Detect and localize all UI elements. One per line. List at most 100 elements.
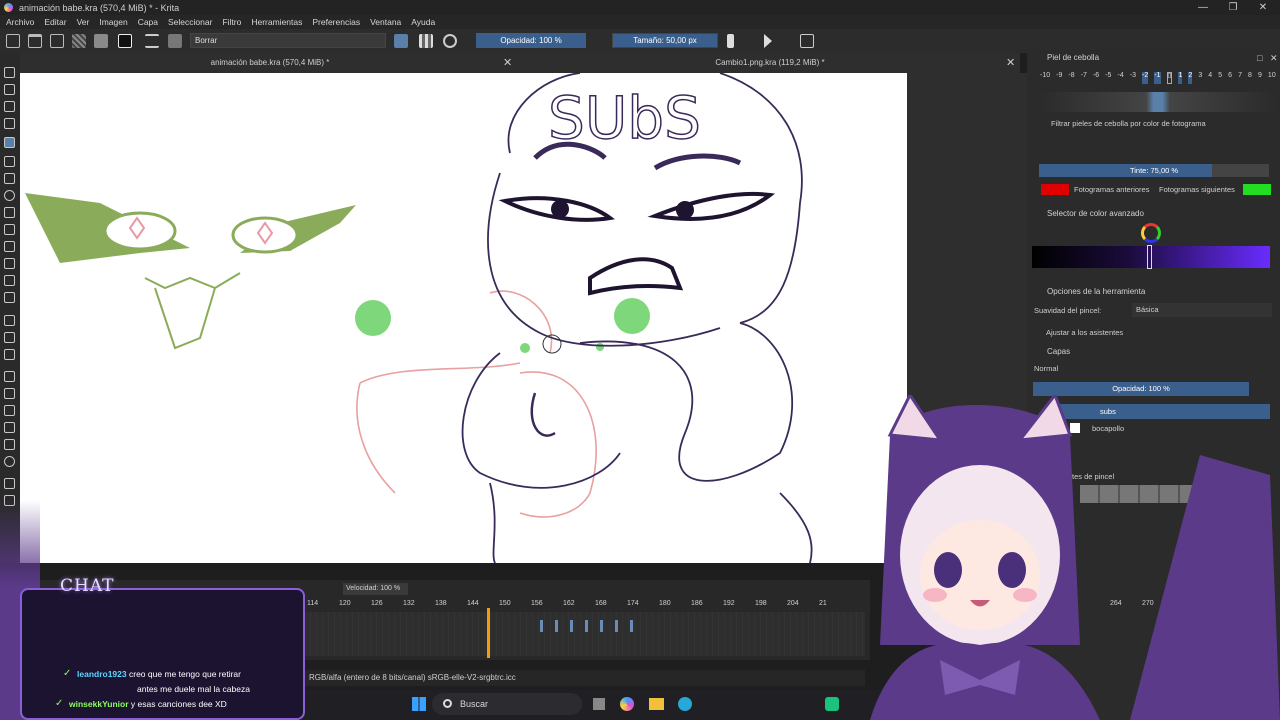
preserve-alpha-icon[interactable]	[419, 34, 433, 48]
menu-preferencias[interactable]: Preferencias	[312, 17, 360, 27]
tab-animacion-babe[interactable]: animación babe.kra (570,4 MiB) *	[20, 53, 520, 73]
brush-preset-field[interactable]: Borrar	[190, 33, 386, 48]
file-explorer-icon[interactable]	[649, 698, 664, 710]
gradient-tool-icon[interactable]	[4, 371, 15, 382]
mirror-vertical-icon[interactable]	[764, 34, 772, 48]
layer-opacity-slider[interactable]: Opacidad: 100 %	[1033, 382, 1249, 396]
menu-imagen[interactable]: Imagen	[99, 17, 127, 27]
next-frames-color[interactable]	[1243, 184, 1271, 195]
smoothing-select[interactable]: Básica	[1132, 303, 1272, 317]
windows-start-icon[interactable]	[412, 697, 426, 711]
menu-ventana[interactable]: Ventana	[370, 17, 401, 27]
menu-capa[interactable]: Capa	[138, 17, 158, 27]
float-docker-icon[interactable]: □	[1257, 53, 1262, 63]
onion-frame[interactable]: -5	[1105, 72, 1111, 84]
onion-frame[interactable]: 2	[1188, 72, 1193, 84]
menu-filtro[interactable]: Filtro	[222, 17, 241, 27]
edit-shapes-icon[interactable]	[4, 101, 15, 112]
menu-archivo[interactable]: Archivo	[6, 17, 34, 27]
smart-patch-icon[interactable]	[4, 422, 15, 433]
drawing-canvas[interactable]: SUbS	[20, 73, 907, 563]
previous-frames-color[interactable]	[1041, 184, 1069, 195]
onion-frame[interactable]: 1	[1178, 72, 1183, 84]
close-window-icon[interactable]: ✕	[1248, 0, 1278, 15]
taskbar-search[interactable]: Buscar	[432, 693, 582, 715]
rectangle-tool-icon[interactable]	[4, 173, 15, 184]
onion-frame[interactable]: -3	[1130, 72, 1136, 84]
select-tool-icon[interactable]	[4, 67, 15, 78]
onion-frame[interactable]: -4	[1117, 72, 1123, 84]
onion-frame[interactable]: -9	[1056, 72, 1062, 84]
onion-frame[interactable]: 5	[1218, 72, 1222, 84]
minimize-icon[interactable]: —	[1188, 0, 1218, 15]
onion-frame[interactable]: -8	[1068, 72, 1074, 84]
close-docker-icon[interactable]: ✕	[1270, 53, 1278, 64]
text-tool-icon[interactable]	[4, 84, 15, 95]
color-picker-icon[interactable]	[4, 388, 15, 399]
assistant-tool-icon[interactable]	[4, 456, 15, 467]
bezier-tool-icon[interactable]	[4, 241, 15, 252]
menu-editar[interactable]: Editar	[44, 17, 66, 27]
measure-tool-icon[interactable]	[4, 478, 15, 489]
onion-frame[interactable]: 8	[1248, 72, 1252, 84]
eraser-mode-icon[interactable]	[394, 34, 408, 48]
menu-ver[interactable]: Ver	[77, 17, 90, 27]
multibrush-icon[interactable]	[4, 292, 15, 303]
brush-preset-icon[interactable]	[168, 34, 182, 48]
onion-frame[interactable]: 4	[1208, 72, 1212, 84]
freehand-path-icon[interactable]	[4, 258, 15, 269]
onion-opacity-bars[interactable]	[1040, 92, 1276, 112]
opacity-slider[interactable]: Opacidad: 100 %	[476, 33, 586, 48]
playhead[interactable]	[487, 608, 490, 658]
close-tab-icon[interactable]: ✕	[503, 53, 515, 73]
polyline-tool-icon[interactable]	[4, 224, 15, 235]
crop-tool-icon[interactable]	[4, 349, 15, 360]
move-tool-icon[interactable]	[4, 332, 15, 343]
size-slider[interactable]: Tamaño: 50,00 px	[612, 33, 718, 48]
transform-tool-icon[interactable]	[4, 315, 15, 326]
new-document-icon[interactable]	[6, 34, 20, 48]
copilot-icon[interactable]	[620, 697, 634, 711]
reload-preset-icon[interactable]	[443, 34, 457, 48]
onion-frame[interactable]: 10	[1268, 72, 1276, 84]
calligraphy-icon[interactable]	[4, 118, 15, 129]
fill-tool-icon[interactable]	[4, 439, 15, 450]
onion-frame[interactable]: 9	[1258, 72, 1262, 84]
freehand-brush-icon[interactable]	[4, 137, 15, 148]
brush-settings-icon[interactable]	[145, 34, 159, 48]
line-tool-icon[interactable]	[4, 156, 15, 167]
tint-slider[interactable]: Tinte: 75,00 %	[1039, 164, 1269, 177]
onion-frame[interactable]: 3	[1198, 72, 1202, 84]
polygon-tool-icon[interactable]	[4, 207, 15, 218]
close-tab-icon[interactable]: ✕	[1006, 53, 1018, 73]
onion-frame[interactable]: 7	[1238, 72, 1242, 84]
onion-frame[interactable]: -10	[1040, 72, 1050, 84]
task-view-icon[interactable]	[593, 698, 605, 710]
playback-speed[interactable]: Velocidad: 100 %	[343, 583, 408, 595]
onion-frame[interactable]: -1	[1154, 72, 1161, 84]
maximize-icon[interactable]: ❐	[1218, 0, 1248, 15]
ellipse-tool-icon[interactable]	[4, 190, 15, 201]
menu-ayuda[interactable]: Ayuda	[411, 17, 435, 27]
fg-bg-color-icon[interactable]	[118, 34, 132, 48]
pattern-icon[interactable]	[94, 34, 108, 48]
tab-cambio1[interactable]: Cambio1.png.kra (119,2 MiB) *	[520, 53, 1020, 73]
save-icon[interactable]	[50, 34, 64, 48]
open-folder-icon[interactable]	[28, 34, 42, 48]
onion-frame[interactable]: 0	[1166, 72, 1173, 84]
onion-frame[interactable]: 6	[1228, 72, 1232, 84]
gradient-icon[interactable]	[72, 34, 86, 48]
onion-frame[interactable]: -2	[1142, 72, 1149, 84]
mirror-horizontal-icon[interactable]	[727, 34, 734, 48]
menu-seleccionar[interactable]: Seleccionar	[168, 17, 212, 27]
dynamic-brush-icon[interactable]	[4, 275, 15, 286]
onion-frame[interactable]: -7	[1081, 72, 1087, 84]
blend-mode-select[interactable]: Normal	[1034, 363, 1254, 375]
keyframes[interactable]	[540, 620, 645, 632]
color-gradient-handle[interactable]	[1147, 245, 1152, 269]
color-wheel-icon[interactable]	[1141, 223, 1161, 243]
edge-icon[interactable]	[678, 697, 692, 711]
wrap-around-icon[interactable]	[800, 34, 814, 48]
timeline-frames-grid[interactable]	[305, 612, 865, 656]
menu-herramientas[interactable]: Herramientas	[251, 17, 302, 27]
